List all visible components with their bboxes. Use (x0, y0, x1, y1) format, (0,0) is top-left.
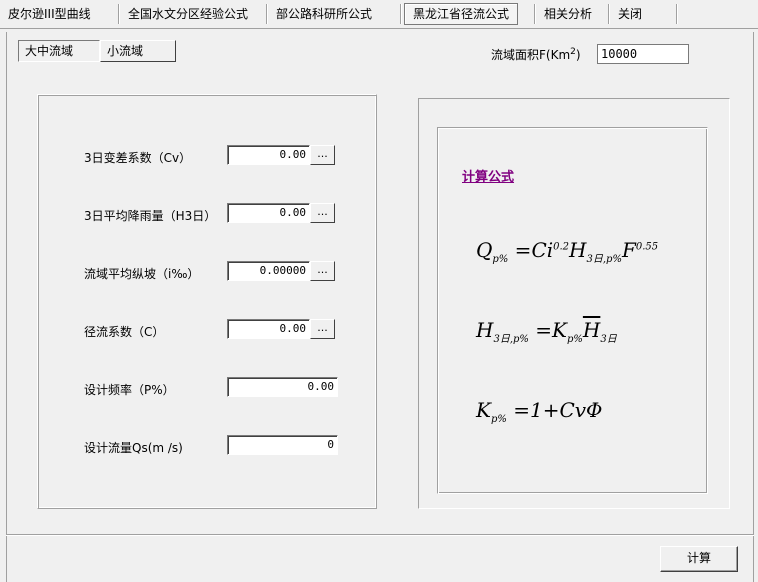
menu-item-highway-formula[interactable]: 部公路科研所公式 (268, 4, 380, 24)
cv-label: 3日变差系数（Cv） (84, 151, 192, 165)
h3-input[interactable]: 0.00 (227, 203, 310, 223)
slope-browse-button[interactable]: ... (310, 261, 335, 281)
area-input[interactable]: 10000 (597, 44, 689, 64)
cv-input[interactable]: 0.00 (227, 145, 310, 165)
menu-item-close[interactable]: 关闭 (610, 4, 650, 24)
formula-discharge: Qp% =Ci0.2H3日,p%F0.55 (476, 238, 659, 265)
tab-small-basin[interactable]: 小流域 (100, 40, 176, 62)
menu-item-heilongjiang-formula[interactable]: 黑龙江省径流公式 (404, 3, 519, 25)
bottom-divider (6, 534, 754, 536)
design-flow-label: 设计流量Qs(m /s) (84, 441, 183, 455)
slope-input[interactable]: 0.00000 (227, 261, 310, 281)
tab-large-basin[interactable]: 大中流域 (18, 40, 100, 62)
calculate-button[interactable]: 计算 (660, 546, 738, 572)
design-frequency-label: 设计频率（P%） (84, 383, 175, 397)
runoff-coef-input[interactable]: 0.00 (227, 319, 310, 339)
slope-label: 流域平均纵坡（i‰） (84, 267, 200, 281)
cv-browse-button[interactable]: ... (310, 145, 335, 165)
menu-item-pearson[interactable]: 皮尔逊III型曲线 (0, 4, 99, 24)
runoff-coef-browse-button[interactable]: ... (310, 319, 335, 339)
design-frequency-input[interactable]: 0.00 (227, 377, 338, 397)
runoff-coef-label: 径流系数（C） (84, 325, 165, 339)
formula-modulus: Kp% =1+CvΦ (476, 398, 603, 425)
h3-browse-button[interactable]: ... (310, 203, 335, 223)
formula-rainfall: H3日,p% =Kp%H3日 (476, 318, 617, 345)
menu-bar: 皮尔逊III型曲线 全国水文分区经验公式 部公路科研所公式 黑龙江省径流公式 相… (0, 0, 758, 29)
menu-item-national-formula[interactable]: 全国水文分区经验公式 (120, 4, 256, 24)
menu-item-correlation[interactable]: 相关分析 (536, 4, 600, 24)
menu-separator (676, 4, 678, 24)
area-label: 流域面积F(Km2) (491, 47, 581, 62)
design-flow-input[interactable]: 0 (227, 435, 338, 455)
menu-separator (400, 4, 402, 24)
formula-title[interactable]: 计算公式 (462, 166, 514, 185)
h3-label: 3日平均降雨量（H3日） (84, 209, 217, 223)
